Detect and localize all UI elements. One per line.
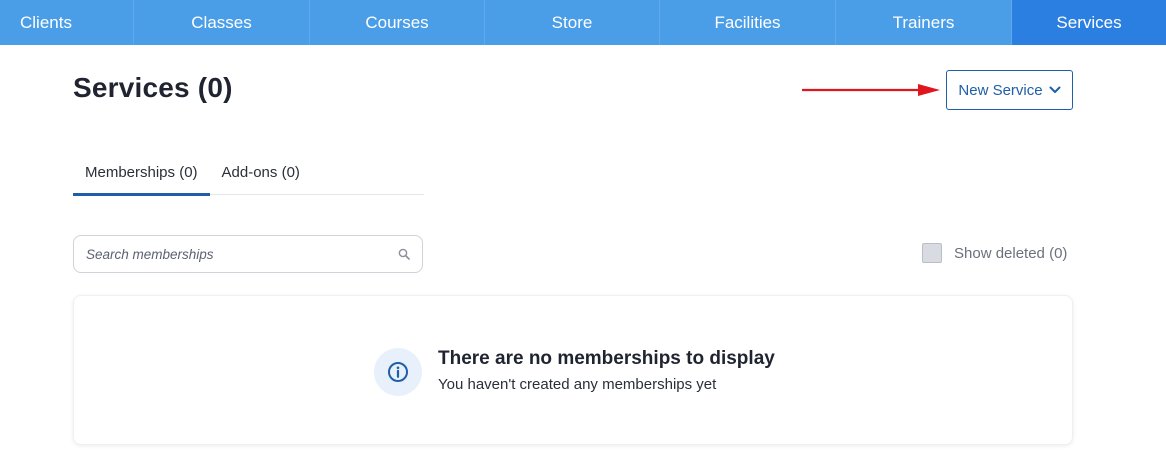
chevron-down-icon xyxy=(1049,86,1061,93)
top-nav: Clients Classes Courses Store Facilities… xyxy=(0,0,1166,45)
nav-item-facilities[interactable]: Facilities xyxy=(660,0,836,45)
new-service-button[interactable]: New Service xyxy=(946,70,1073,110)
nav-item-trainers[interactable]: Trainers xyxy=(836,0,1012,45)
nav-item-courses[interactable]: Courses xyxy=(310,0,485,45)
tab-add-ons[interactable]: Add-ons (0) xyxy=(210,150,312,195)
new-service-label: New Service xyxy=(958,81,1043,99)
arrow-right-icon xyxy=(802,84,940,96)
search-icon[interactable] xyxy=(398,248,410,260)
tab-label: Memberships (0) xyxy=(85,164,198,181)
nav-label: Trainers xyxy=(892,12,955,32)
show-deleted-checkbox[interactable] xyxy=(922,243,942,263)
nav-label: Services xyxy=(1056,12,1122,32)
search-box xyxy=(73,235,423,273)
nav-item-clients[interactable]: Clients xyxy=(0,0,134,45)
nav-label: Courses xyxy=(365,12,429,32)
search-input[interactable] xyxy=(86,246,398,262)
nav-item-store[interactable]: Store xyxy=(485,0,660,45)
service-tabs: Memberships (0) Add-ons (0) xyxy=(73,150,424,196)
empty-state-card: There are no memberships to display You … xyxy=(73,295,1073,445)
tab-label: Add-ons (0) xyxy=(221,164,300,181)
nav-label: Clients xyxy=(20,12,72,32)
empty-state-title: There are no memberships to display xyxy=(438,348,775,369)
nav-label: Facilities xyxy=(714,12,781,32)
nav-item-services[interactable]: Services xyxy=(1012,0,1166,45)
empty-state-subtitle: You haven't created any memberships yet xyxy=(438,376,717,393)
info-icon xyxy=(388,362,408,382)
page-title: Services (0) xyxy=(73,72,233,103)
show-deleted-toggle[interactable]: Show deleted (0) xyxy=(922,243,1067,263)
show-deleted-label: Show deleted (0) xyxy=(954,244,1068,262)
nav-item-classes[interactable]: Classes xyxy=(134,0,310,45)
page: Clients Classes Courses Store Facilities… xyxy=(0,0,1166,463)
info-icon-wrapper xyxy=(374,348,422,396)
tab-memberships[interactable]: Memberships (0) xyxy=(73,150,210,196)
nav-label: Store xyxy=(551,12,593,32)
nav-label: Classes xyxy=(191,12,252,32)
